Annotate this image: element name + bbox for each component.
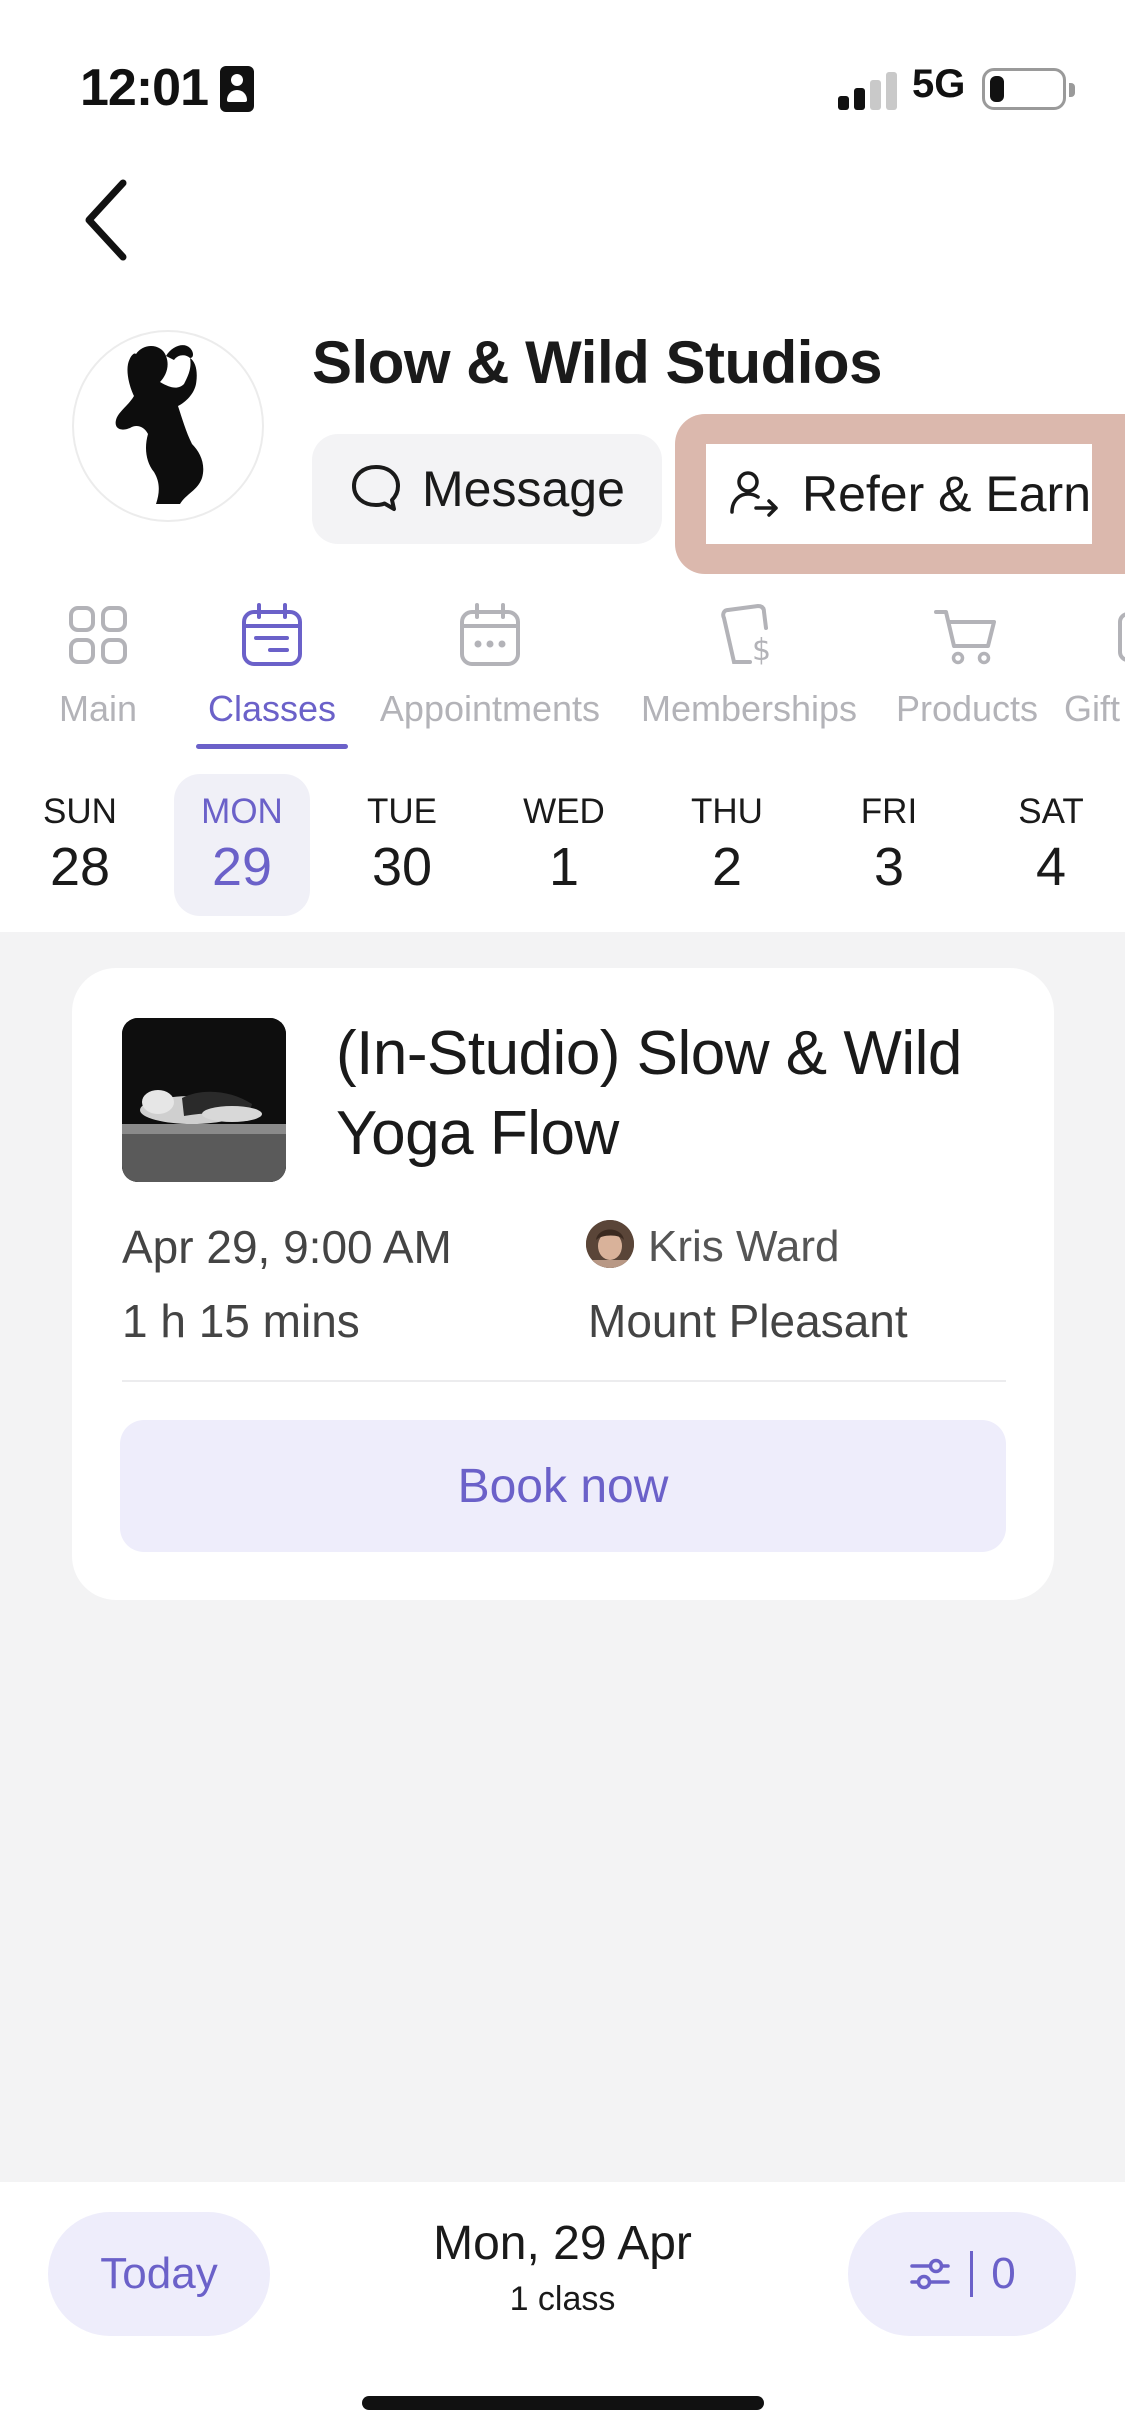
day-name: TUE [367,792,437,831]
home-indicator[interactable] [362,2396,764,2410]
gift-icon [1118,612,1125,662]
day-name: THU [691,792,763,831]
calendar-dots-icon [460,603,520,666]
class-datetime: Apr 29, 9:00 AM [122,1221,452,1273]
tab-label: Products [895,688,1039,729]
silhouette-logo [115,345,204,504]
chevron-left-icon [85,179,127,261]
tab-label: Gift [1064,688,1121,729]
class-location: Mount Pleasant [588,1295,908,1347]
refer-label: Refer & Earn [802,466,1092,522]
tab-label: Classes [207,688,337,729]
user-arrow-icon [730,471,778,517]
battery-fill [990,76,1004,102]
refer-earn-button[interactable]: Refer & Earn [706,444,1092,544]
tab-appointments[interactable]: Appointments [372,590,608,750]
network-type: 5G [912,62,966,106]
day-mon[interactable]: MON 29 [174,774,310,916]
day-name: MON [201,792,283,831]
day-name: SAT [1018,792,1084,831]
book-now-button[interactable]: Book now [120,1420,1006,1552]
sliders-icon [910,2258,950,2290]
class-thumbnail [122,1018,286,1182]
day-number: 2 [711,837,743,897]
instructor-avatar [586,1220,634,1268]
day-thu[interactable]: THU 2 [659,774,795,916]
class-card[interactable]: (In-Studio) Slow & Wild Yoga Flow Apr 29… [72,968,1054,1600]
message-button[interactable]: Message [312,434,662,544]
signal-icon [838,72,900,110]
tab-bar: Main Classes Appointments $ Memberships … [0,590,1125,760]
filter-separator [970,2251,974,2297]
card-divider [122,1380,1006,1382]
day-number: 30 [371,837,433,897]
tab-label: Main [58,688,138,729]
day-wed[interactable]: WED 1 [496,774,632,916]
day-name: FRI [860,792,918,831]
status-time: 12:01 [80,59,209,117]
back-button[interactable] [62,170,152,270]
day-number: 3 [873,837,905,897]
filter-button[interactable]: 0 [848,2212,1076,2336]
day-name: WED [523,792,605,831]
grid-icon [69,606,127,664]
day-sat[interactable]: SAT 4 [983,774,1119,916]
message-label: Message [422,461,625,517]
filter-count: 0 [991,2249,1016,2298]
day-sun[interactable]: SUN 28 [12,774,148,916]
studio-name: Slow & Wild Studios [312,329,882,396]
day-number: 28 [49,837,111,897]
day-number: 1 [548,837,580,897]
day-tue[interactable]: TUE 30 [334,774,470,916]
tab-products[interactable]: Products [884,590,1050,750]
instructor-name[interactable]: Kris Ward [648,1222,840,1272]
membership-card-icon: $ [721,603,771,668]
contact-card-icon [220,66,254,112]
tab-label: Memberships [640,688,858,729]
day-number: 4 [1035,837,1067,897]
tab-memberships[interactable]: $ Memberships [636,590,862,750]
class-duration: 1 h 15 mins [122,1295,360,1347]
day-fri[interactable]: FRI 3 [821,774,957,916]
svg-text:$: $ [752,633,771,668]
week-selector: SUN 28 MON 29 TUE 30 WED 1 THU 2 FRI 3 S… [0,774,1125,924]
tab-label: Appointments [379,688,601,729]
day-number: 29 [211,837,273,897]
status-bar: 12:01 5G [0,0,1125,180]
studio-avatar [72,330,264,522]
class-title: (In-Studio) Slow & Wild Yoga Flow [336,1019,962,1168]
chat-bubble-icon [352,465,400,511]
calendar-icon [242,603,302,666]
battery-icon [982,68,1075,110]
day-name: SUN [43,792,117,831]
tab-main[interactable]: Main [40,590,156,750]
tab-gift[interactable]: Gift [1064,590,1125,750]
cart-icon [934,610,996,665]
tab-classes[interactable]: Classes [196,590,348,750]
active-tab-indicator [196,744,348,749]
